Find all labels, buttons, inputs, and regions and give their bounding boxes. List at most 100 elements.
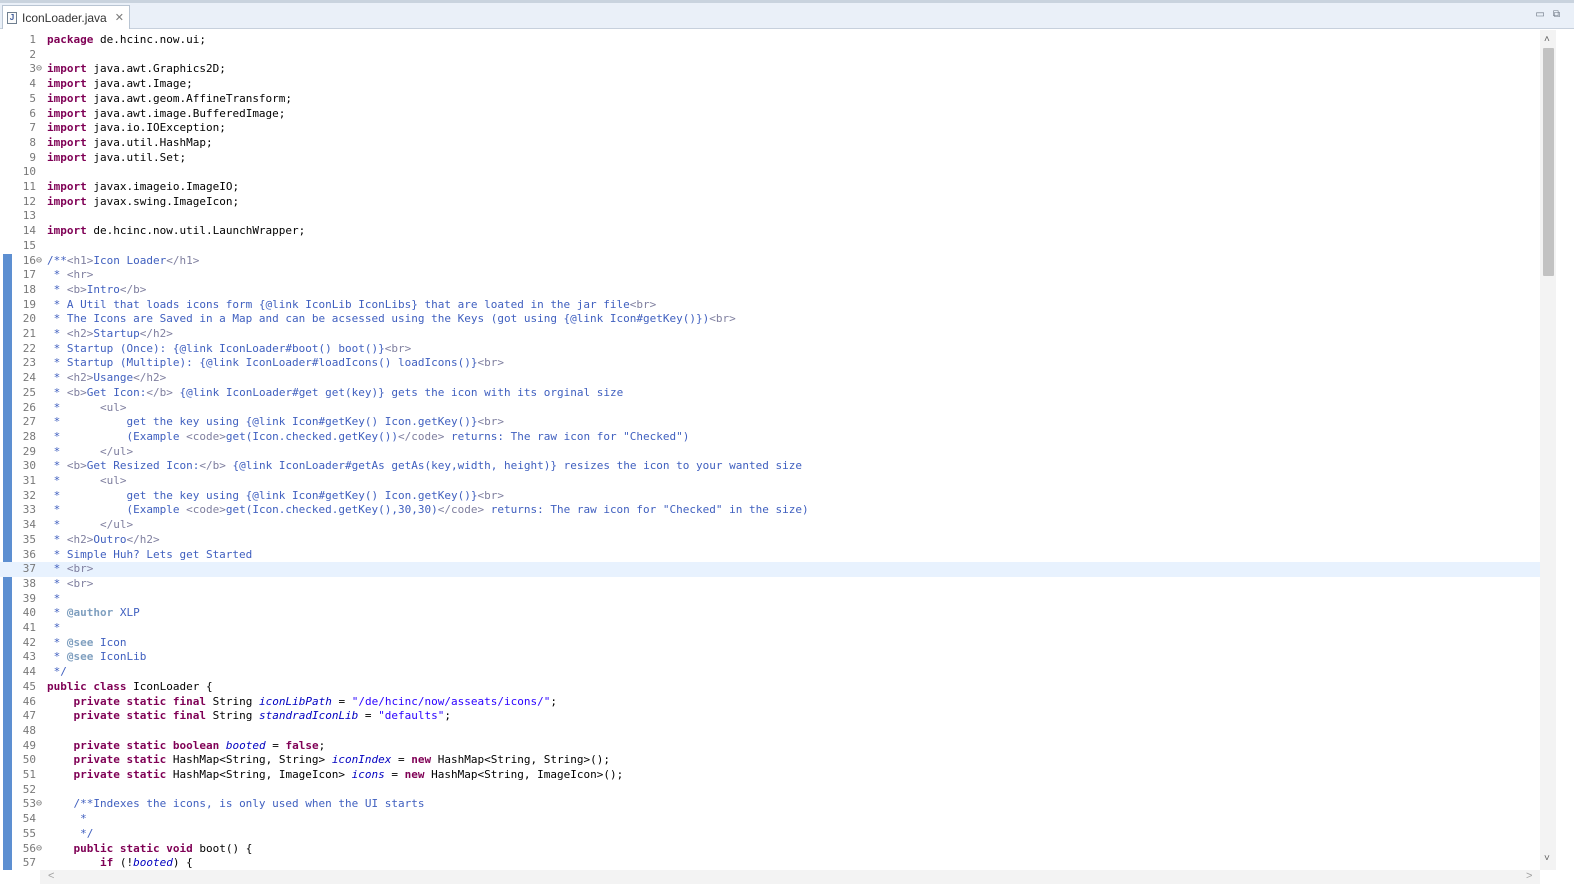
code-line[interactable]: 11 import javax.imageio.ImageIO;	[0, 180, 1540, 195]
scroll-right-icon[interactable]: >	[1526, 870, 1532, 882]
code-line[interactable]: 33 * (Example <code>get(Icon.checked.get…	[0, 503, 1540, 518]
line-number: 35	[22, 532, 36, 546]
code-editor[interactable]: 1 package de.hcinc.now.ui; 2 3 ⊖ import java.…	[0, 30, 1540, 870]
code-token: /**	[47, 253, 67, 267]
line-number: 8	[29, 135, 36, 149]
code-token: java.io.IOException;	[86, 121, 226, 135]
code-line[interactable]: 24 * <h2>Usange</h2>	[0, 371, 1540, 386]
code-line[interactable]: 2	[0, 48, 1540, 63]
code-line[interactable]: 35 * <h2>Outro</h2>	[0, 533, 1540, 548]
code-line[interactable]: 30 * <b>Get Resized Icon:</b> {@link Ico…	[0, 459, 1540, 474]
vertical-scroll-thumb[interactable]	[1543, 48, 1554, 276]
code-line[interactable]: 15	[0, 239, 1540, 254]
code-token: *	[47, 562, 67, 576]
code-text: * <b>Intro</b>	[47, 282, 147, 298]
code-line[interactable]: 40 * @author XLP	[0, 606, 1540, 621]
code-line[interactable]: 20 * The Icons are Saved in a Map and ca…	[0, 312, 1540, 327]
code-line[interactable]: 44 */	[0, 665, 1540, 680]
code-line[interactable]: 22 * Startup (Once): {@link IconLoader#b…	[0, 342, 1540, 357]
code-line[interactable]: 28 * (Example <code>get(Icon.checked.get…	[0, 430, 1540, 445]
code-token: <h2>	[66, 371, 94, 385]
code-line[interactable]: 42 * @see Icon	[0, 636, 1540, 651]
code-token: IconLib	[93, 650, 147, 664]
code-token: <br>	[384, 341, 412, 355]
code-line[interactable]: 14 import de.hcinc.now.util.LaunchWrapper…	[0, 224, 1540, 239]
code-line[interactable]: 43 * @see IconLib	[0, 650, 1540, 665]
code-line[interactable]: 23 * Startup (Multiple): {@link IconLoad…	[0, 356, 1540, 371]
code-token: </b>	[199, 459, 226, 473]
maximize-icon[interactable]: ⧉	[1553, 9, 1560, 20]
code-line[interactable]: 4 import java.awt.Image;	[0, 77, 1540, 92]
code-line[interactable]: 54 *	[0, 812, 1540, 827]
code-token: *	[47, 635, 67, 649]
line-number: 27	[22, 415, 36, 429]
code-line[interactable]: 51 private static HashMap<String, ImageI…	[0, 768, 1540, 783]
code-line[interactable]: 8 import java.util.HashMap;	[0, 136, 1540, 151]
code-token: =	[391, 753, 412, 767]
code-line[interactable]: 31 * <ul>	[0, 474, 1540, 489]
code-line[interactable]: 52	[0, 783, 1540, 798]
code-line[interactable]: 37 * <br>	[0, 562, 1540, 577]
code-token: static	[119, 841, 160, 855]
code-line[interactable]: 38 * <br>	[0, 577, 1540, 592]
fold-toggle-icon[interactable]: ⊖	[36, 62, 42, 77]
code-token: @author	[66, 606, 114, 620]
code-line[interactable]: 1 package de.hcinc.now.ui;	[0, 33, 1540, 48]
fold-toggle-icon[interactable]: ⊖	[36, 254, 42, 269]
line-number: 44	[22, 665, 36, 679]
code-line[interactable]: 56 ⊖ public static void boot() {	[0, 842, 1540, 857]
close-icon[interactable]: ✕	[115, 11, 124, 24]
code-line[interactable]: 45 public class IconLoader {	[0, 680, 1540, 695]
code-text: public class IconLoader {	[47, 680, 213, 695]
code-line[interactable]: 26 * <ul>	[0, 401, 1540, 416]
code-line[interactable]: 39 *	[0, 592, 1540, 607]
code-line[interactable]: 34 * </ul>	[0, 518, 1540, 533]
code-line[interactable]: 29 * </ul>	[0, 445, 1540, 460]
code-line[interactable]: 32 * get the key using {@link Icon#getKe…	[0, 489, 1540, 504]
code-line[interactable]: 16 ⊖ /**<h1>Icon Loader</h1>	[0, 254, 1540, 269]
line-number: 26	[22, 400, 36, 414]
minimize-icon[interactable]: ▭	[1535, 9, 1544, 20]
code-token: *	[47, 621, 61, 634]
code-line[interactable]: 9 import java.util.Set;	[0, 151, 1540, 166]
editor-tab-iconloader[interactable]: J IconLoader.java ✕	[2, 5, 130, 29]
code-line[interactable]: 18 * <b>Intro</b>	[0, 283, 1540, 298]
code-line[interactable]: 12 import javax.swing.ImageIcon;	[0, 195, 1540, 210]
code-line[interactable]: 53 ⊖ /**Indexes the icons, is only used w…	[0, 797, 1540, 812]
code-line[interactable]: 21 * <h2>Startup</h2>	[0, 327, 1540, 342]
scroll-down-icon[interactable]: ˅	[1544, 853, 1550, 864]
code-token: returns: The raw icon for "Checked")	[444, 429, 690, 443]
fold-toggle-icon[interactable]: ⊖	[36, 842, 42, 857]
code-token: * (Example	[47, 503, 187, 517]
line-number: 9	[29, 150, 36, 164]
code-line[interactable]: 19 * A Util that loads icons form {@link…	[0, 298, 1540, 313]
code-line[interactable]: 48	[0, 724, 1540, 739]
code-line[interactable]: 10	[0, 165, 1540, 180]
code-token: boot() {	[192, 841, 253, 855]
code-line[interactable]: 27 * get the key using {@link Icon#getKe…	[0, 415, 1540, 430]
code-token: *	[47, 282, 67, 296]
code-line[interactable]: 13	[0, 209, 1540, 224]
code-line[interactable]: 55 */	[0, 827, 1540, 842]
code-line[interactable]: 46 private static final String iconLibPa…	[0, 695, 1540, 710]
code-line[interactable]: 41 *	[0, 621, 1540, 636]
code-line[interactable]: 47 private static final String standradI…	[0, 709, 1540, 724]
code-line[interactable]: 49 private static boolean booted = false…	[0, 739, 1540, 754]
scroll-up-icon[interactable]: ˄	[1544, 34, 1550, 45]
code-line[interactable]: 7 import java.io.IOException;	[0, 121, 1540, 136]
code-line[interactable]: 17 * <hr>	[0, 268, 1540, 283]
code-line[interactable]: 50 private static HashMap<String, String…	[0, 753, 1540, 768]
code-line[interactable]: 3 ⊖ import java.awt.Graphics2D;	[0, 62, 1540, 77]
code-line[interactable]: 57 if (!booted) {	[0, 856, 1540, 870]
line-number: 7	[29, 121, 36, 135]
code-token: java.awt.Image;	[86, 77, 193, 91]
horizontal-scrollbar[interactable]	[40, 870, 1540, 884]
fold-toggle-icon[interactable]: ⊖	[36, 797, 42, 812]
code-token: <code>	[186, 503, 226, 517]
code-line[interactable]: 25 * <b>Get Icon:</b> {@link IconLoader#…	[0, 386, 1540, 401]
scroll-left-icon[interactable]: <	[48, 870, 54, 882]
code-line[interactable]: 36 * Simple Huh? Lets get Started	[0, 548, 1540, 563]
code-line[interactable]: 5 import java.awt.geom.AffineTransform;	[0, 92, 1540, 107]
code-token: import	[47, 91, 87, 105]
code-line[interactable]: 6 import java.awt.image.BufferedImage;	[0, 107, 1540, 122]
